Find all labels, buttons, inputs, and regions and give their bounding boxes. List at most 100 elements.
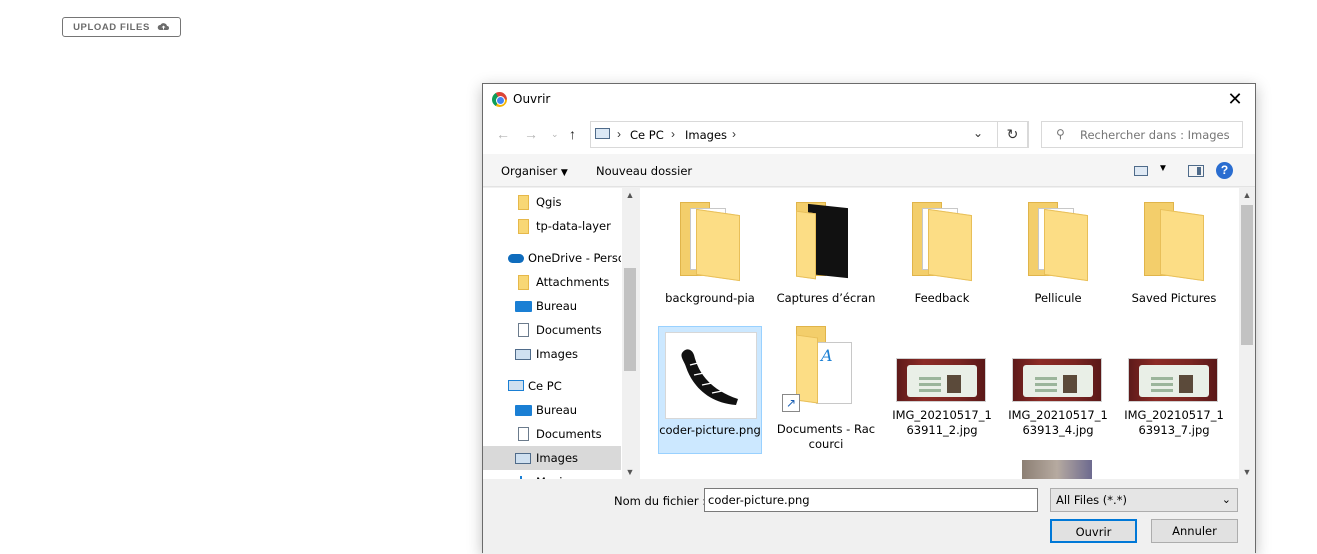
nav-item-label: Qgis <box>536 195 562 209</box>
file-item-img-163913-4[interactable]: IMG_20210517_163913_4.jpg <box>1006 326 1110 454</box>
nav-item-label: OneDrive - Persor <box>528 251 621 265</box>
nav-item-qgis[interactable]: Qgis <box>483 190 621 214</box>
nav-item-musique[interactable]: Musique <box>483 470 621 479</box>
folder-icon <box>518 219 529 234</box>
filename-label: Nom du fichier : <box>614 494 707 508</box>
dialog-title: Ouvrir <box>513 92 551 106</box>
breadcrumb-separator-icon[interactable]: › <box>671 127 675 141</box>
file-item-feedback[interactable]: Feedback <box>890 198 994 326</box>
close-icon[interactable]: ✕ <box>1223 88 1247 110</box>
help-icon[interactable]: ? <box>1216 162 1233 179</box>
file-item-captures[interactable]: Captures d’écran <box>774 198 878 326</box>
cancel-button[interactable]: Annuler <box>1151 519 1238 543</box>
recent-locations-chevron-icon[interactable]: ⌄ <box>551 129 559 140</box>
file-item-background-pia[interactable]: background-pia <box>658 198 762 326</box>
address-bar[interactable]: › Ce PC › Images › ⌄ <box>590 121 1029 148</box>
dialog-titlebar: Ouvrir ✕ <box>483 84 1255 114</box>
scroll-down-icon[interactable]: ▼ <box>622 467 638 477</box>
nav-item-bureau[interactable]: Bureau <box>483 398 621 422</box>
file-item-documents-raccourci[interactable]: A ↗ Documents - Raccourci <box>774 326 878 454</box>
scroll-down-icon[interactable]: ▼ <box>1239 467 1255 477</box>
flask-horn-icon <box>681 349 738 405</box>
upload-files-button[interactable]: UPLOAD FILES <box>62 17 181 37</box>
preview-pane-icon[interactable] <box>1188 165 1204 177</box>
nav-item-label: tp-data-layer <box>536 219 611 233</box>
open-button[interactable]: Ouvrir <box>1050 519 1137 543</box>
folder-icon <box>680 202 740 282</box>
file-name: Pellicule <box>1034 291 1082 305</box>
scroll-up-icon[interactable]: ▲ <box>622 190 638 200</box>
nav-item-documents-onedrive[interactable]: Documents <box>483 318 621 342</box>
photo-thumbnail-partial[interactable] <box>1022 460 1092 479</box>
desktop-icon <box>515 301 532 312</box>
document-icon <box>518 427 529 441</box>
new-folder-button[interactable]: Nouveau dossier <box>596 164 692 178</box>
folder-icon <box>912 202 972 282</box>
nav-item-label: Documents <box>536 427 602 441</box>
breadcrumb-separator-icon[interactable]: › <box>732 127 736 141</box>
file-type-select[interactable]: All Files (*.*) ⌄ <box>1050 488 1238 512</box>
nav-item-tp-data-layer[interactable]: tp-data-layer <box>483 214 621 238</box>
nav-item-images-onedrive[interactable]: Images <box>483 342 621 366</box>
refresh-icon: ↻ <box>1006 126 1019 142</box>
nav-item-attachments[interactable]: Attachments <box>483 270 621 294</box>
open-file-dialog: Ouvrir ✕ ← → ⌄ ↑ › Ce PC › Images › ⌄ ↻ … <box>482 83 1256 554</box>
nav-item-label: Documents <box>536 323 602 337</box>
file-item-img-163911-2[interactable]: IMG_20210517_163911_2.jpg <box>890 326 994 454</box>
nav-item-ce-pc[interactable]: Ce PC <box>483 374 621 398</box>
file-name: background-pia <box>665 291 755 305</box>
nav-item-images[interactable]: Images <box>483 446 621 470</box>
folder-icon <box>1144 202 1204 282</box>
navigation-pane-scrollbar[interactable]: ▲ ▼ <box>622 188 638 479</box>
refresh-button[interactable]: ↻ <box>997 121 1028 148</box>
chevron-down-icon: ▼ <box>560 168 568 178</box>
upload-files-label: UPLOAD FILES <box>73 21 150 33</box>
file-name: Saved Pictures <box>1131 291 1217 305</box>
scrollbar-thumb[interactable] <box>1241 205 1253 345</box>
forward-arrow-icon[interactable]: → <box>524 126 538 142</box>
view-options-icon[interactable] <box>1134 166 1148 176</box>
nav-item-label: Musique <box>536 470 584 479</box>
nav-item-label: Images <box>536 347 579 361</box>
desktop-icon <box>515 405 532 416</box>
dialog-footer: Nom du fichier : All Files (*.*) ⌄ Ouvri… <box>483 479 1255 554</box>
file-item-pellicule[interactable]: Pellicule <box>1006 198 1110 326</box>
nav-item-bureau-onedrive[interactable]: Bureau <box>483 294 621 318</box>
computer-icon <box>595 128 610 139</box>
breadcrumb-separator-icon[interactable]: › <box>617 127 621 141</box>
pictures-icon <box>515 349 531 360</box>
folder-icon: A <box>796 326 856 404</box>
photo-thumbnail <box>1128 358 1218 402</box>
view-options-chevron-icon[interactable]: ▼ <box>1158 163 1168 174</box>
file-list-area: background-pia Captures d’écran Feedback… <box>640 188 1239 479</box>
nav-item-label: Bureau <box>536 299 578 313</box>
organise-menu-button[interactable]: Organiser ▼ <box>501 164 568 178</box>
nav-item-documents[interactable]: Documents <box>483 422 621 446</box>
address-history-chevron-icon[interactable]: ⌄ <box>973 126 983 140</box>
pictures-icon <box>515 453 531 464</box>
breadcrumb-ce-pc[interactable]: Ce PC <box>630 128 664 142</box>
file-item-coder-picture[interactable]: coder-picture.png <box>658 326 762 454</box>
file-item-img-163913-7[interactable]: IMG_20210517_163913_7.jpg <box>1122 326 1226 454</box>
folder-icon <box>1028 202 1088 282</box>
search-input[interactable] <box>1080 126 1240 144</box>
scroll-up-icon[interactable]: ▲ <box>1239 190 1255 200</box>
filename-input[interactable] <box>704 488 1038 512</box>
breadcrumb-images[interactable]: Images <box>685 128 727 142</box>
file-name: Captures d’écran <box>776 291 876 305</box>
up-arrow-icon[interactable]: ↑ <box>569 126 576 142</box>
search-box[interactable]: ⚲ <box>1041 121 1243 148</box>
nav-item-label: Attachments <box>536 275 610 289</box>
scrollbar-thumb[interactable] <box>624 268 636 371</box>
organise-label: Organiser <box>501 164 558 178</box>
photo-thumbnail <box>1012 358 1102 402</box>
search-icon: ⚲ <box>1056 127 1065 141</box>
file-list-scrollbar[interactable]: ▲ ▼ <box>1239 188 1255 479</box>
file-name: IMG_20210517_163913_7.jpg <box>1124 408 1224 437</box>
file-item-saved-pictures[interactable]: Saved Pictures <box>1122 198 1226 326</box>
nav-item-onedrive[interactable]: OneDrive - Persor <box>483 246 621 270</box>
file-name: IMG_20210517_163911_2.jpg <box>892 408 992 437</box>
navigation-pane: Qgis tp-data-layer OneDrive - Persor Att… <box>483 188 638 479</box>
photo-thumbnail <box>896 358 986 402</box>
back-arrow-icon[interactable]: ← <box>496 126 510 142</box>
